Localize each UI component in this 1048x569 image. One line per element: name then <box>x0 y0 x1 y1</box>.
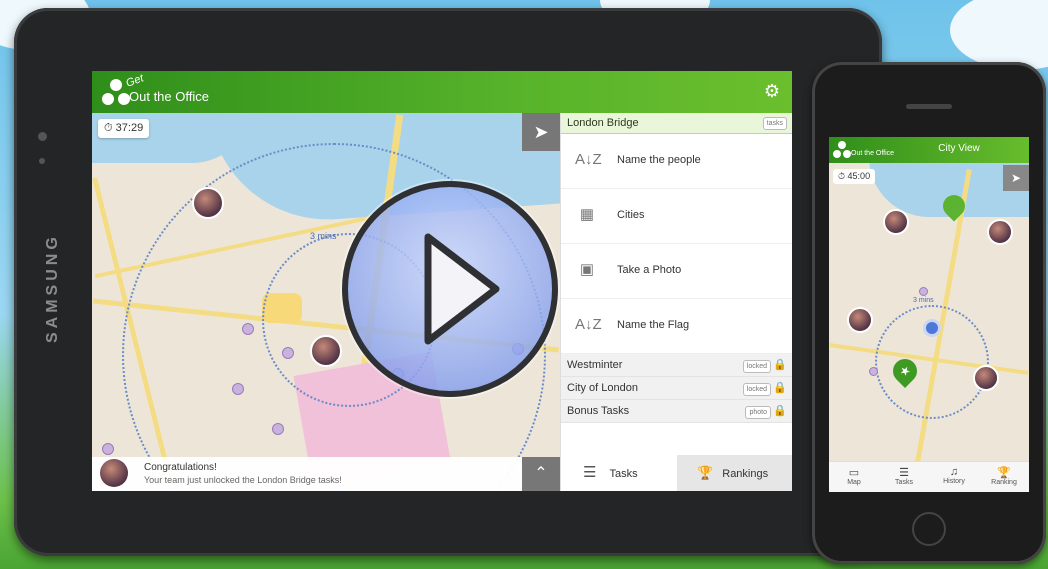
phone-map-distance-label: 3 mins <box>913 297 934 304</box>
tablet-camera <box>38 132 47 141</box>
team-avatar[interactable] <box>310 335 342 367</box>
task-item[interactable]: ▦ Cities <box>561 189 792 244</box>
navigation-arrow-icon: ➤ <box>1010 171 1022 185</box>
trophy-icon: 🏆 <box>697 465 714 480</box>
locked-location-tag: locked <box>742 383 771 396</box>
map-distance-label: 3 mins <box>310 231 337 241</box>
phone-app-title: Out the Office <box>851 150 895 157</box>
expand-up-button[interactable]: ⌃ <box>522 457 560 491</box>
az-sort-icon: A↓Z <box>575 151 602 168</box>
nav-ranking[interactable]: 🏆 Ranking <box>979 466 1029 486</box>
map-icon: ▭ <box>848 467 860 479</box>
notification-banner[interactable]: Congratulations! Your team just unlocked… <box>92 457 560 491</box>
timer: ⏱ 37:29 <box>98 119 150 138</box>
team-avatar[interactable] <box>192 187 224 219</box>
task-label: Take a Photo <box>617 264 682 276</box>
stopwatch-icon: ⏱ <box>838 171 846 181</box>
tablet-sensor <box>39 158 45 164</box>
tab-rankings[interactable]: 🏆 Rankings <box>677 455 792 491</box>
task-item[interactable]: ▣ Take a Photo <box>561 244 792 299</box>
tab-rankings-label: Rankings <box>722 468 769 480</box>
phone-timer-value: 45:00 <box>847 171 871 181</box>
nav-history[interactable]: ♫ History <box>929 466 979 485</box>
team-avatar[interactable] <box>883 209 909 235</box>
stopwatch-icon: ⏱ <box>104 122 113 134</box>
phone-bottom-nav: ▭ Map ☰ Tasks ♫ History 🏆 Ranking <box>829 461 1029 492</box>
locked-location[interactable]: Bonus Tasks photo 🔒 <box>561 400 792 423</box>
nav-map-label: Map <box>847 479 861 486</box>
trophy-icon: 🏆 <box>997 467 1011 479</box>
phone-device: Out the Office City View ⏱ 45:00 ➤ 3 min… <box>812 62 1046 564</box>
locked-location-label: Bonus Tasks <box>567 405 630 417</box>
app-title: Out the Office <box>129 89 209 104</box>
locked-location[interactable]: Westminter locked 🔒 <box>561 354 792 377</box>
map-pin[interactable] <box>242 323 254 335</box>
team-avatar[interactable] <box>973 365 999 391</box>
tablet-brand: SAMSUNG <box>44 233 61 343</box>
phone-view-title: City View <box>938 143 980 154</box>
task-label: Name the people <box>617 154 701 166</box>
task-label: Name the Flag <box>617 319 690 331</box>
locked-location-label: Westminter <box>567 359 623 371</box>
user-location-icon <box>923 319 941 337</box>
notification-title: Congratulations! <box>144 462 217 473</box>
task-label: Cities <box>617 209 645 221</box>
location-tag: tasks <box>762 117 787 130</box>
phone-screen: Out the Office City View ⏱ 45:00 ➤ 3 min… <box>829 137 1029 492</box>
locked-location-tag: photo <box>745 406 771 419</box>
task-item[interactable]: A↓Z Name the Flag <box>561 299 792 354</box>
play-icon <box>424 233 500 345</box>
lock-icon: 🔒 <box>773 382 787 394</box>
map-pin[interactable] <box>282 347 294 359</box>
app-logo-icon <box>833 140 851 160</box>
list-icon: ☰ <box>899 467 909 479</box>
locked-location[interactable]: City of London locked 🔒 <box>561 377 792 400</box>
phone-timer: ⏱ 45:00 <box>833 169 876 184</box>
notification-avatar <box>100 459 128 487</box>
panel-tabs: ☰ Tasks 🏆 Rankings <box>561 455 792 491</box>
map-pin[interactable] <box>232 383 244 395</box>
tab-tasks[interactable]: ☰ Tasks <box>561 455 677 491</box>
nav-tasks-label: Tasks <box>895 479 913 486</box>
az-sort-icon: A↓Z <box>575 316 602 333</box>
locked-location-tag: locked <box>742 360 771 373</box>
chevron-up-icon: ⌃ <box>534 465 548 482</box>
task-panel: London Bridge tasks A↓Z Name the people … <box>560 113 792 491</box>
timer-value: 37:29 <box>115 122 144 134</box>
nav-history-label: History <box>943 478 965 485</box>
lock-icon: 🔒 <box>773 359 787 371</box>
locked-location-label: City of London <box>567 382 638 394</box>
team-avatar[interactable] <box>847 307 873 333</box>
list-icon: ☰ <box>583 464 597 481</box>
app-logo-get: Get <box>124 72 146 90</box>
phone-speaker <box>906 104 952 109</box>
phone-header: Out the Office City View <box>829 137 1029 163</box>
video-play-button[interactable] <box>342 181 558 397</box>
nav-map[interactable]: ▭ Map <box>829 466 879 486</box>
locate-me-button[interactable]: ➤ <box>522 113 560 151</box>
map-pin[interactable] <box>919 287 928 296</box>
tab-tasks-label: Tasks <box>609 468 638 480</box>
grid-icon: ▦ <box>579 206 595 223</box>
cloud <box>950 0 1048 70</box>
team-avatar[interactable] <box>987 219 1013 245</box>
map-pin[interactable] <box>102 443 114 455</box>
navigation-arrow-icon: ➤ <box>533 122 549 142</box>
task-item[interactable]: A↓Z Name the people <box>561 134 792 189</box>
location-name: London Bridge <box>567 117 639 129</box>
notification-body: Your team just unlocked the London Bridg… <box>144 475 342 485</box>
map-pin[interactable] <box>272 423 284 435</box>
nav-tasks[interactable]: ☰ Tasks <box>879 466 929 486</box>
nav-ranking-label: Ranking <box>991 479 1017 486</box>
camera-icon: ▣ <box>579 261 595 278</box>
settings-gear-icon[interactable]: ⚙ <box>764 81 780 102</box>
app-header: Get Out the Office ⚙ <box>92 71 792 113</box>
current-location-header[interactable]: London Bridge tasks <box>561 113 792 134</box>
lock-icon: 🔒 <box>773 405 787 417</box>
map-pin[interactable] <box>869 367 878 376</box>
phone-locate-button[interactable]: ➤ <box>1003 165 1029 191</box>
phone-home-button[interactable] <box>912 512 946 546</box>
megaphone-icon: ♫ <box>949 466 959 478</box>
